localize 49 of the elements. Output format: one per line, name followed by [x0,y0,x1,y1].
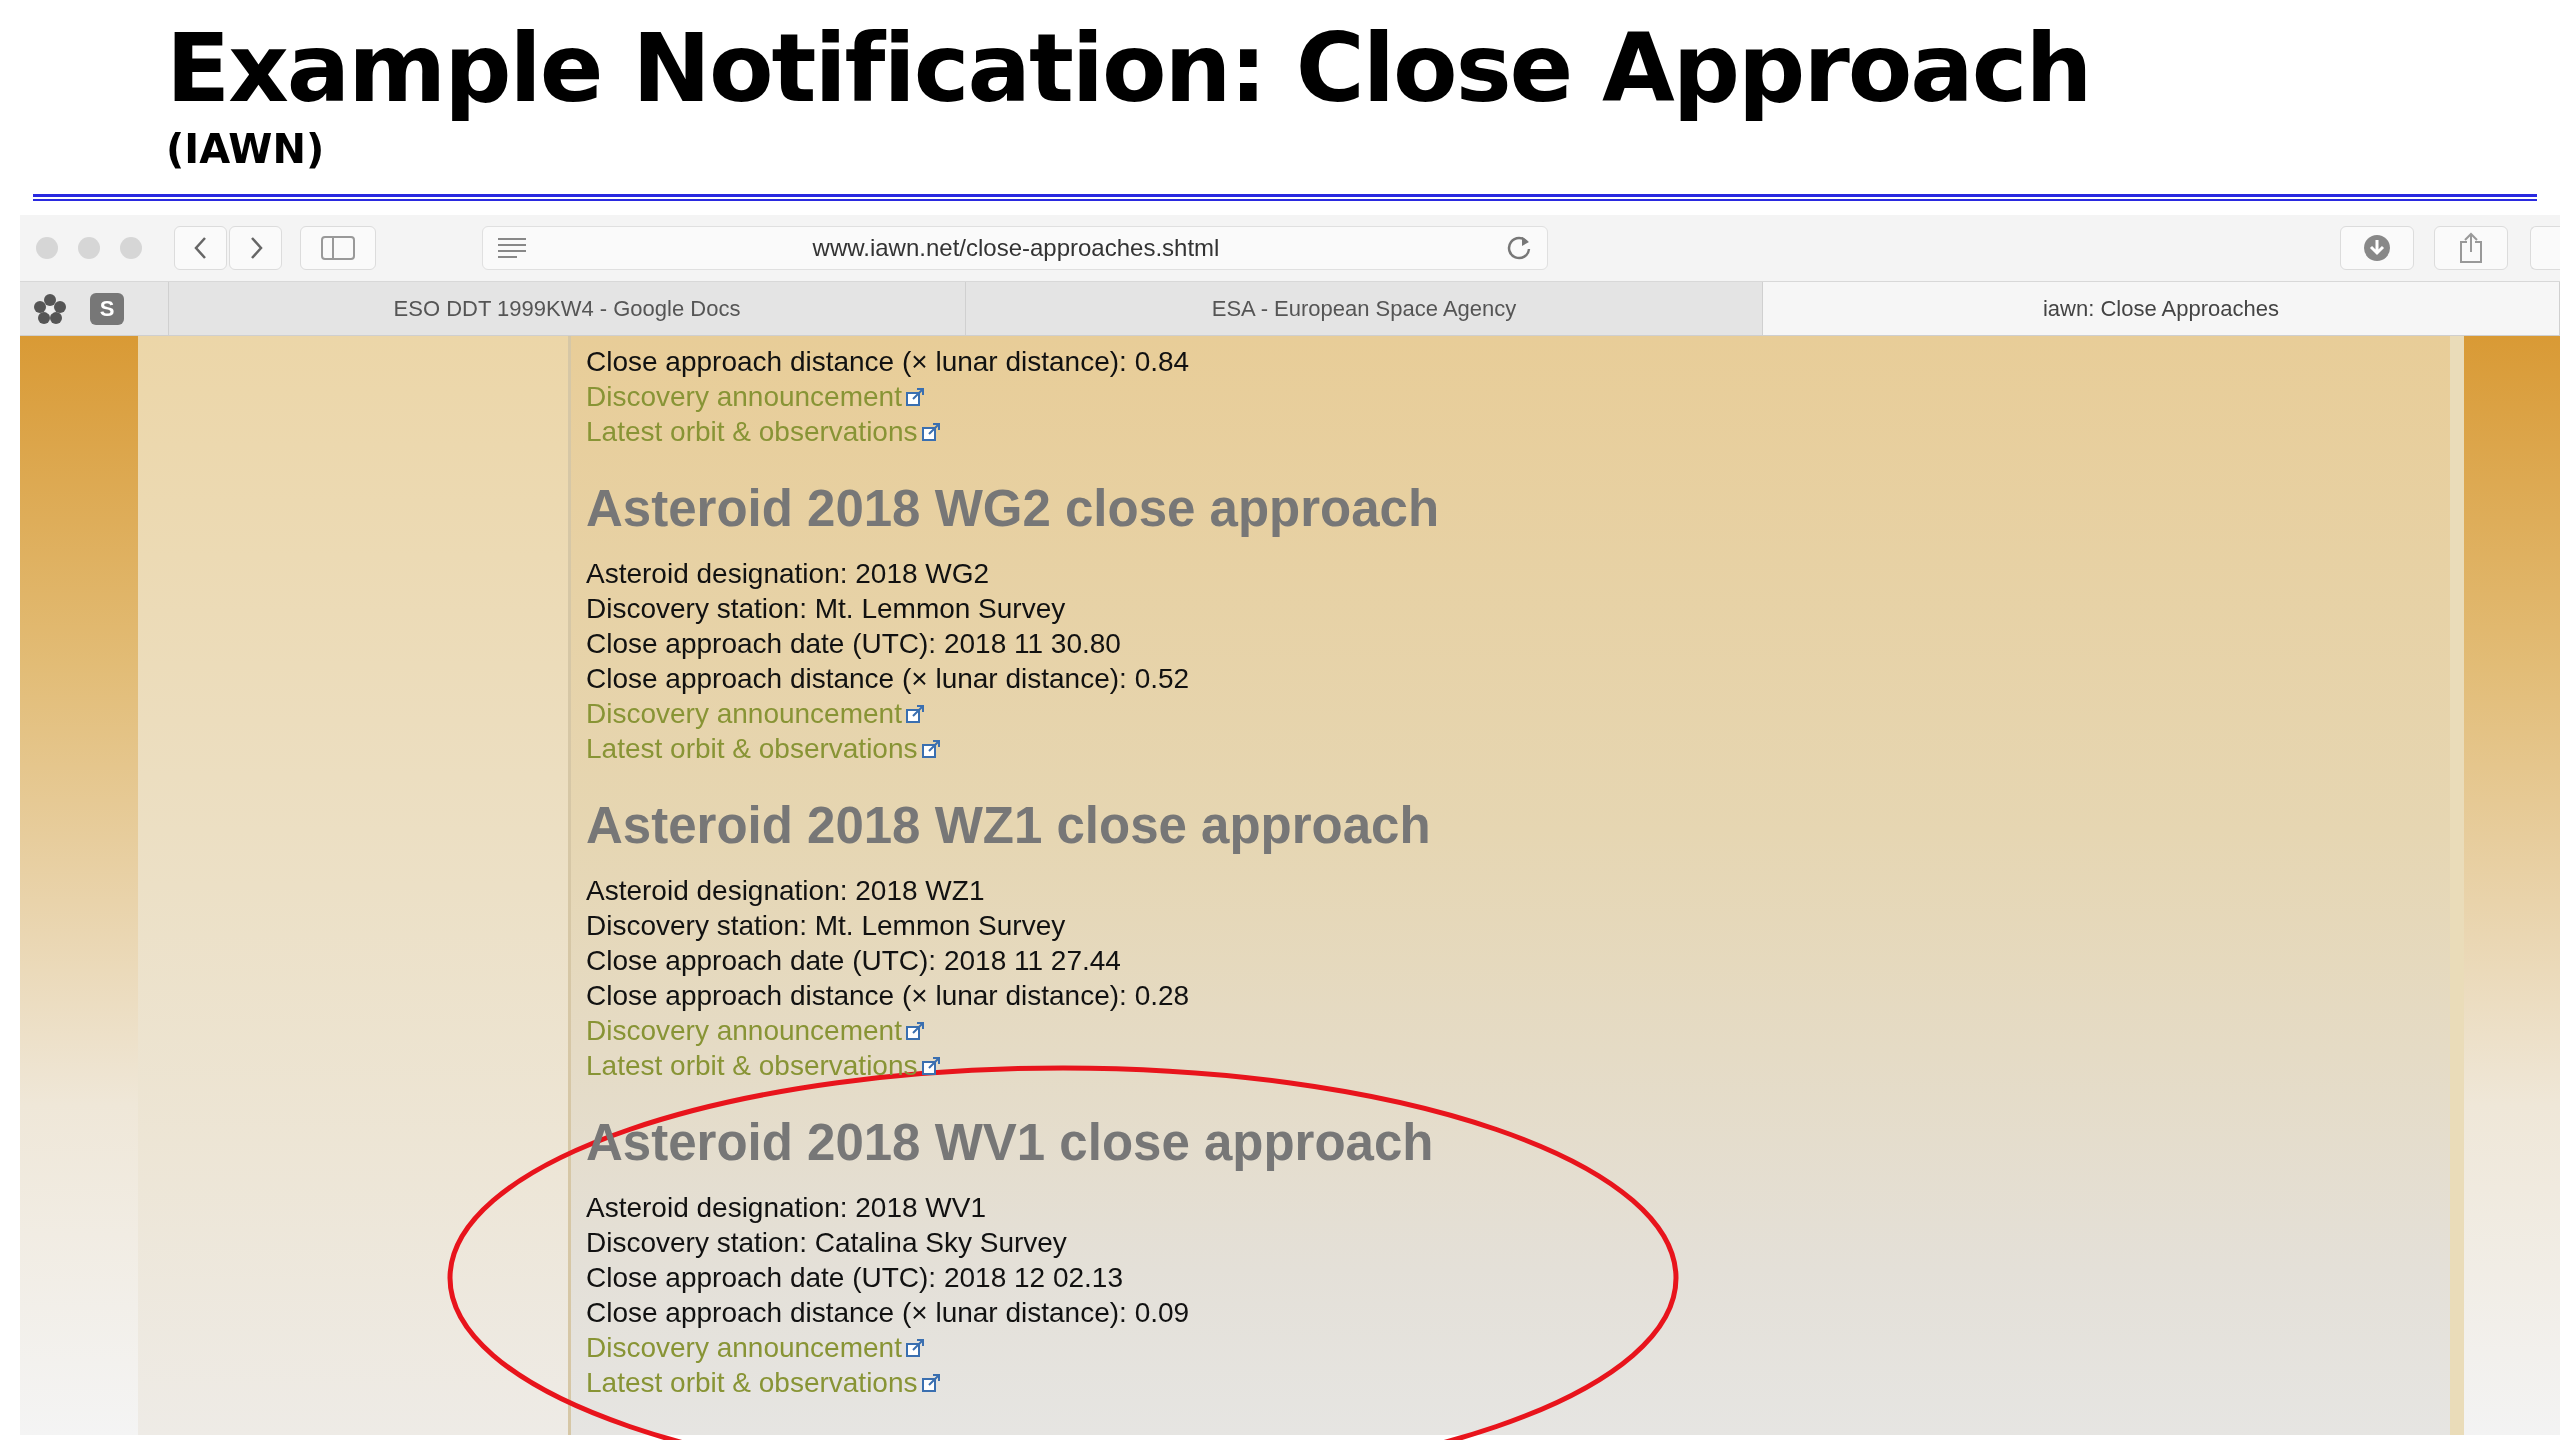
detail-text: Close approach date (UTC): 2018 12 02.13 [586,1261,1123,1295]
external-link[interactable]: Discovery announcement [586,1013,902,1048]
external-link[interactable]: Latest orbit & observations [586,731,918,766]
external-link[interactable]: Discovery announcement [586,379,902,414]
detail-text: Close approach date (UTC): 2018 11 30.80 [586,627,1121,661]
flower-icon[interactable] [34,293,66,324]
external-link-icon [920,1372,941,1393]
slide-title: Example Notification: Close Approach [166,14,2092,124]
detail-text: Discovery station: Mt. Lemmon Survey [586,592,1066,626]
detail-text: Close approach distance (× lunar distance): 0.52 [586,662,1190,696]
reader-icon[interactable] [497,237,527,259]
detail-text: Asteroid designation: 2018 WV1 [586,1191,987,1225]
section-heading: Asteroid 2018 WZ1 close approach [586,796,1431,856]
chevron-left-icon [192,236,209,260]
download-icon [2363,234,2391,262]
sidebar-button[interactable] [300,226,376,270]
external-link-icon [920,738,941,759]
external-link-icon [904,1020,925,1041]
slide-subtitle: (IAWN) [166,125,326,174]
detail-text: Close approach distance (× lunar distance): 0.28 [586,979,1190,1013]
share-button[interactable] [2434,226,2508,270]
external-link-icon [920,421,941,442]
back-button[interactable] [174,226,227,270]
external-link[interactable]: Latest orbit & observations [586,414,918,449]
external-link-icon [920,1055,941,1076]
reload-icon[interactable] [1505,234,1533,262]
external-link[interactable]: Latest orbit & observations [586,1365,918,1400]
detail-text: Discovery station: Mt. Lemmon Survey [586,909,1066,943]
address-bar[interactable]: www.iawn.net/close-approaches.shtml [482,226,1548,270]
detail-text: Discovery station: Catalina Sky Survey [586,1226,1067,1260]
download-button[interactable] [2340,226,2414,270]
detail-text: Close approach date (UTC): 2018 11 27.44 [586,944,1121,978]
forward-button[interactable] [229,226,282,270]
share-icon [2459,232,2483,264]
detail-text: Asteroid designation: 2018 WG2 [586,557,990,591]
detail-text: Asteroid designation: 2018 WZ1 [586,874,985,908]
section-heading: Asteroid 2018 WG2 close approach [586,479,1440,539]
section-heading: Asteroid 2018 WV1 close approach [586,1113,1434,1173]
browser-tab[interactable]: iawn: Close Approaches [1763,282,2560,335]
extension-badge[interactable]: S [90,292,124,325]
detail-text: Close approach distance (× lunar distance): 0.84 [586,345,1190,379]
external-link-icon [904,386,925,407]
external-link[interactable]: Discovery announcement [586,696,902,731]
detail-text: Close approach distance (× lunar distance): 0.09 [586,1296,1190,1330]
external-link[interactable]: Latest orbit & observations [586,1048,918,1083]
sidebar-icon [321,236,355,260]
external-link[interactable]: Discovery announcement [586,1330,902,1365]
external-link-icon [904,1337,925,1358]
external-link-icon [904,703,925,724]
